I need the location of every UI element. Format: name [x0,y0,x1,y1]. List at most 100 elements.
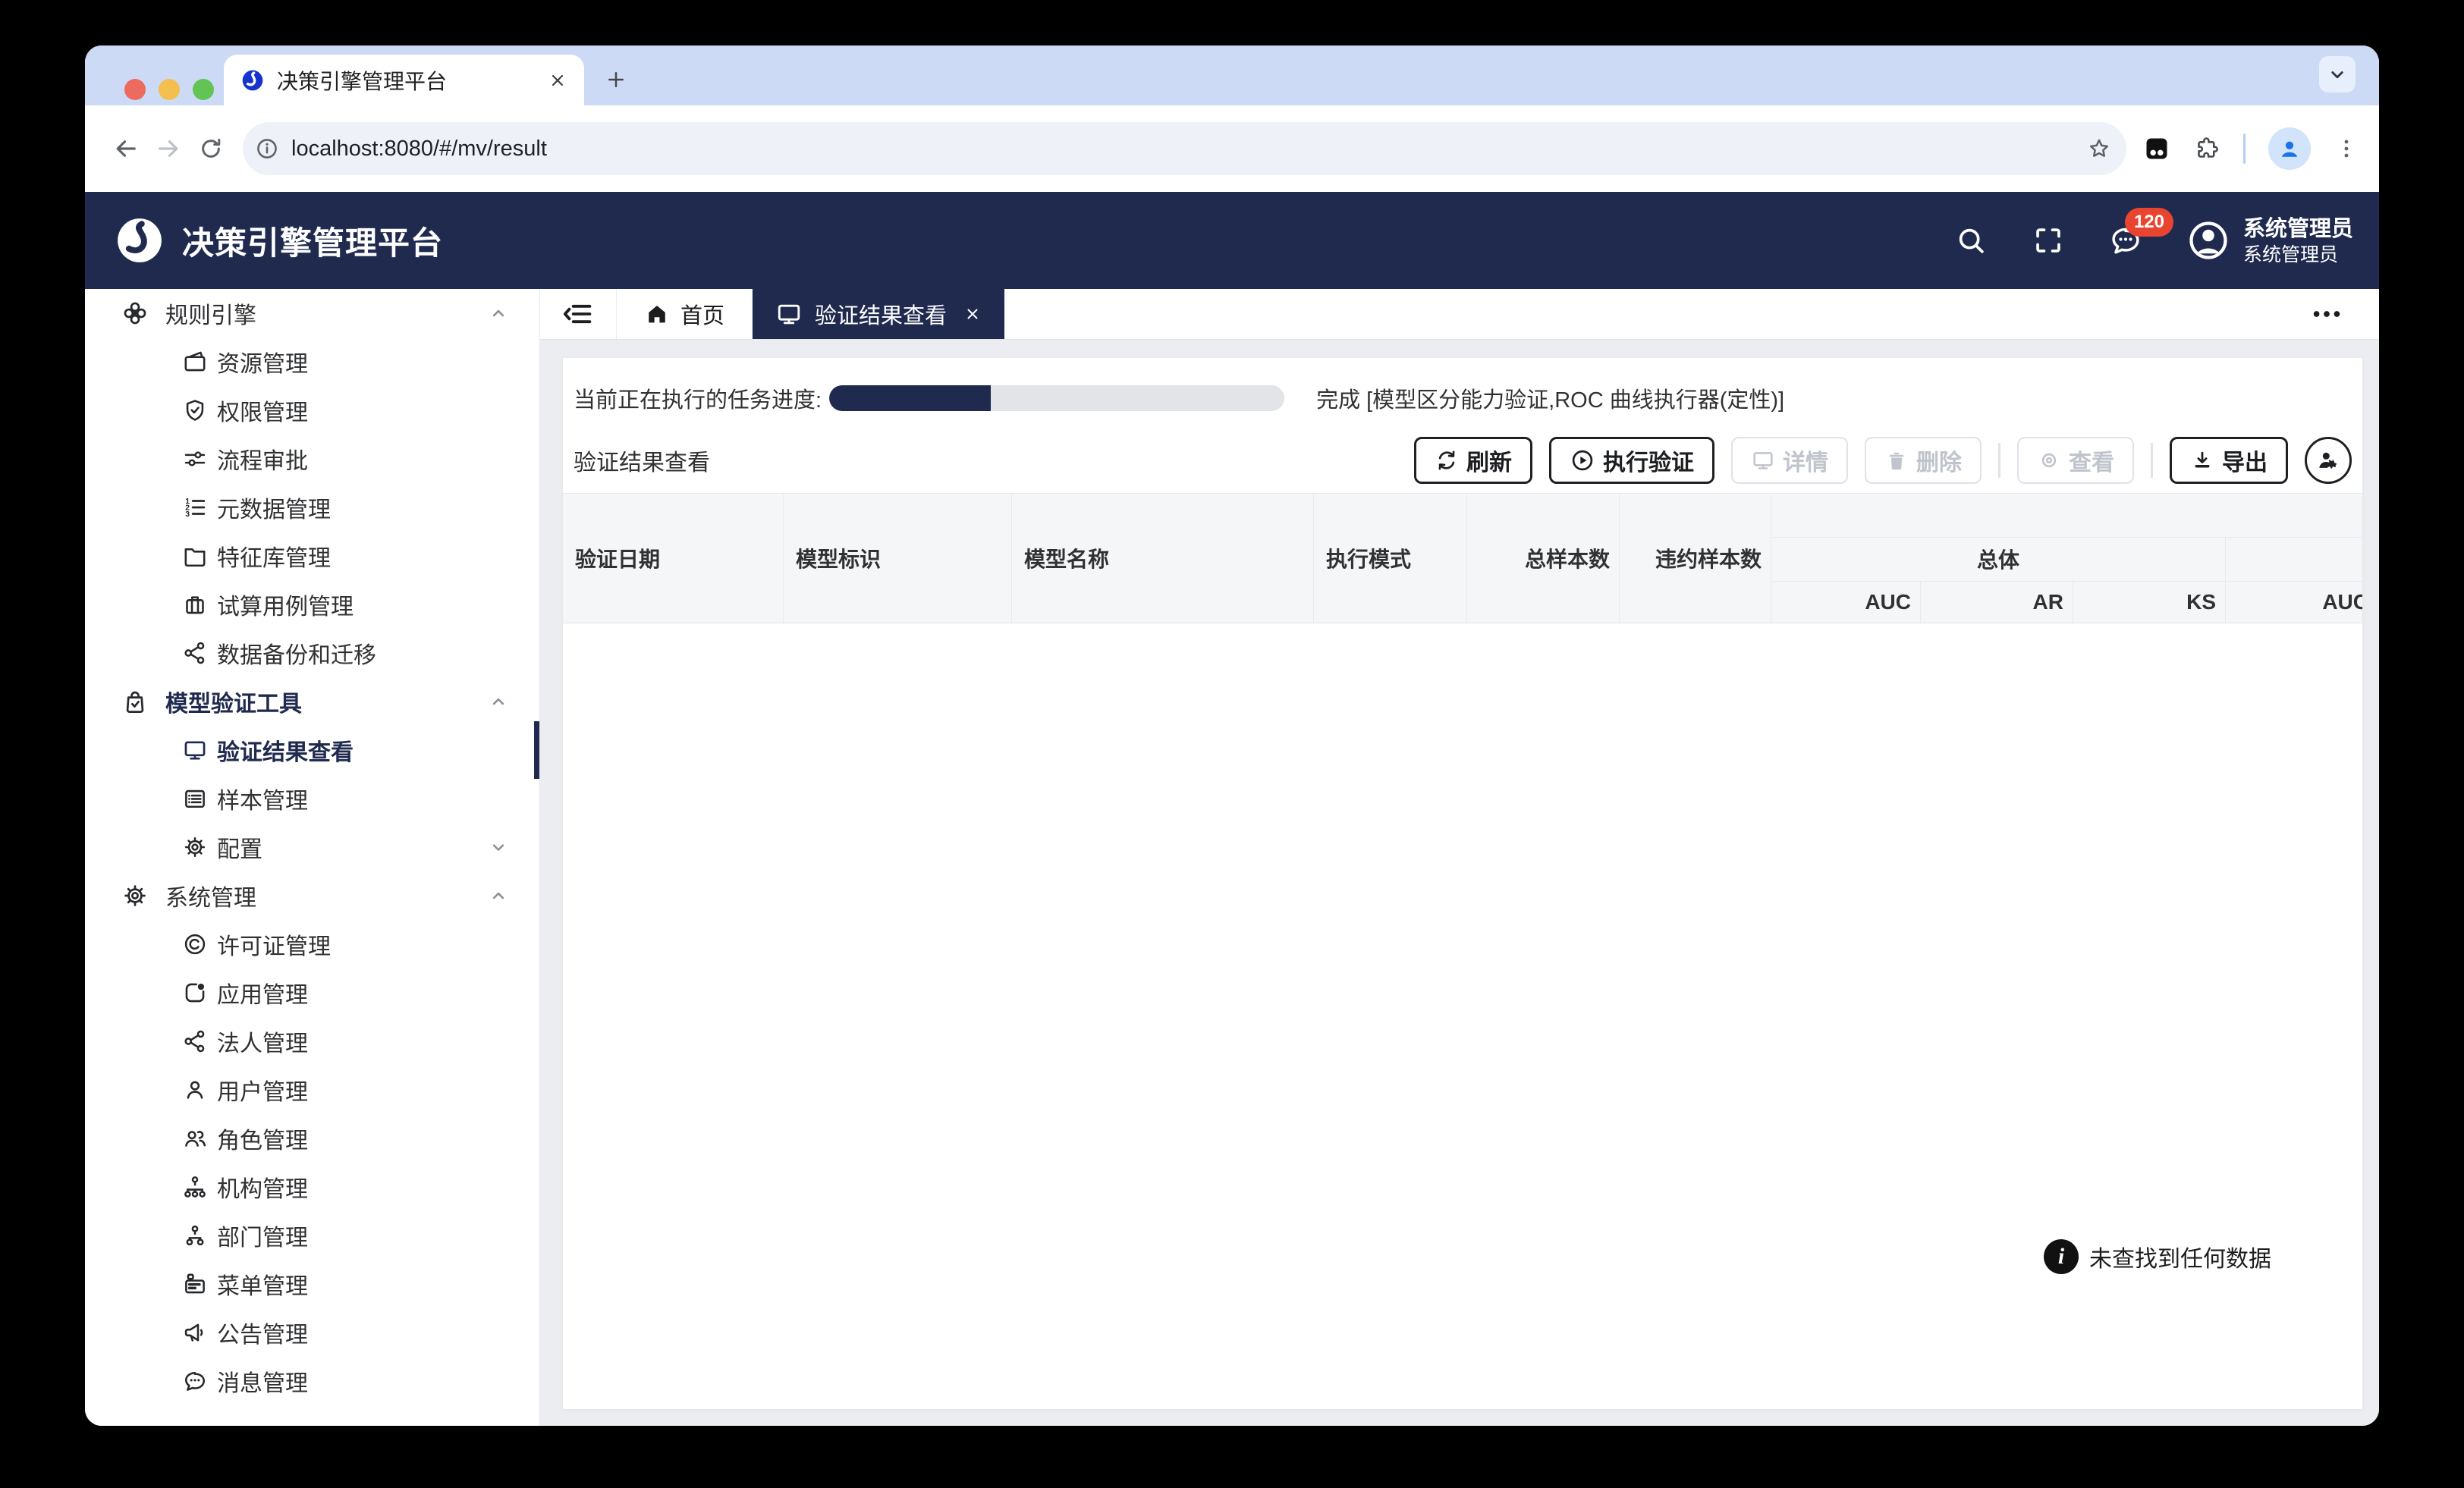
sidebar-item-legal-entity-mgmt[interactable]: 法人管理 [85,1017,539,1066]
col-ks: KS [2073,582,2226,623]
toolbar-divider [1998,443,2000,478]
progress-bar-fill [829,385,991,411]
back-button[interactable] [105,127,147,170]
tab-validation-result[interactable]: 验证结果查看 [753,289,1004,339]
sidebar-item-validation-result[interactable]: 验证结果查看 [85,726,539,774]
sidebar-item-process-approval[interactable]: 流程审批 [85,435,539,483]
forward-button[interactable] [147,127,190,170]
sidebar-item-app-mgmt[interactable]: 应用管理 [85,968,539,1017]
messages-button[interactable]: 120 [2108,223,2143,258]
table-body: i 未查找到任何数据 [563,623,2362,1409]
view-button[interactable]: 查看 [2017,437,2134,484]
refresh-button[interactable]: 刷新 [1414,437,1532,484]
close-tab-icon[interactable] [548,71,567,90]
sidebar-item-permission-mgmt[interactable]: 权限管理 [85,386,539,435]
column-settings-button[interactable] [2305,437,2352,484]
site-info-icon[interactable] [253,135,281,162]
sidebar-item-user-mgmt[interactable]: 用户管理 [85,1066,539,1114]
list-box-icon [182,786,208,811]
tab-home[interactable]: 首页 [616,289,753,339]
sidebar-item-metadata-mgmt[interactable]: 元数据管理 [85,483,539,532]
panel-title: 验证结果查看 [574,444,710,477]
empty-state: i 未查找到任何数据 [2044,1239,2271,1274]
sidebar-item-role-mgmt[interactable]: 角色管理 [85,1114,539,1163]
metric-column-groups: 总体 AUC AR KS AUC [1771,494,2362,623]
info-icon: i [2044,1239,2079,1274]
col-auc: AUC [1771,582,1921,623]
col-group-overall: 总体 [1771,538,2226,580]
org-tree-icon [182,1174,208,1200]
person-icon [182,1077,208,1103]
browser-toolbar: localhost:8080/#/mv/result [85,105,2379,192]
sidebar-item-license-mgmt[interactable]: 许可证管理 [85,920,539,968]
sidebar-section-system-mgmt[interactable]: 系统管理 [85,871,539,920]
zoom-window-button[interactable] [193,79,214,100]
eye-icon [2037,448,2061,472]
home-icon [644,301,670,327]
chevron-up-icon [488,885,509,906]
detail-button[interactable]: 详情 [1731,437,1848,484]
bookmark-star-icon[interactable] [2085,135,2113,162]
collapse-sidebar-icon[interactable] [540,289,616,339]
browser-window: 决策引擎管理平台 localhost:8080/#/mv/result [85,46,2379,1426]
megaphone-icon [182,1320,208,1345]
browser-menu-icon[interactable] [2334,136,2359,162]
tab-options-icon[interactable] [2309,289,2344,339]
minimize-window-button[interactable] [159,79,180,100]
header-actions: 120 系统管理员 系统管理员 [1953,215,2353,266]
play-circle-icon [1570,447,1595,473]
address-bar[interactable]: localhost:8080/#/mv/result [243,122,2126,175]
header-search-button[interactable] [1953,223,1988,258]
table-header: 验证日期 模型标识 模型名称 执行模式 总样本数 违约样本数 总体 AUC [563,493,2362,623]
sidebar-item-menu-mgmt[interactable]: 菜单管理 [85,1260,539,1308]
sidebar-item-trial-case-mgmt[interactable]: 试算用例管理 [85,580,539,629]
export-button[interactable]: 导出 [2170,437,2288,484]
sidebar-item-org-mgmt[interactable]: 机构管理 [85,1163,539,1211]
fullscreen-button[interactable] [2031,223,2066,258]
shield-check-icon [182,397,208,423]
sidebar-item-message-mgmt[interactable]: 消息管理 [85,1357,539,1405]
rule-engine-icon [121,300,149,327]
url-text[interactable]: localhost:8080/#/mv/result [291,137,2085,162]
user-menu[interactable]: 系统管理员 系统管理员 [2186,215,2353,266]
task-progress-row: 当前正在执行的任务进度: 完成 [模型区分能力验证,ROC 曲线执行器(定性)] [563,358,2362,428]
progress-label: 当前正在执行的任务进度: [574,382,822,414]
col-group-next [2226,538,2362,580]
briefcase-icon [182,592,208,617]
extensions-puzzle-icon[interactable] [2193,135,2220,162]
gear-icon [182,834,208,860]
reload-button[interactable] [190,127,232,170]
sidebar-item-feature-lib-mgmt[interactable]: 特征库管理 [85,532,539,580]
extension-action-icon[interactable] [2143,135,2170,162]
sidebar-item-dept-mgmt[interactable]: 部门管理 [85,1211,539,1260]
browser-profile-avatar[interactable] [2268,127,2311,170]
monitor-icon [182,737,208,763]
sidebar-item-resource-mgmt[interactable]: 资源管理 [85,337,539,386]
empty-state-text: 未查找到任何数据 [2089,1240,2271,1273]
sidebar-section-rule-engine[interactable]: 规则引擎 [85,289,539,337]
refresh-icon [1435,448,1459,472]
sidebar-item-data-backup-migration[interactable]: 数据备份和迁移 [85,629,539,677]
execute-validation-button[interactable]: 执行验证 [1549,437,1714,484]
share-icon [182,1028,208,1054]
tab-search-button[interactable] [2319,56,2356,93]
col-model-name: 模型名称 [1012,494,1314,623]
sidebar-item-sample-mgmt[interactable]: 样本管理 [85,774,539,823]
close-window-button[interactable] [124,79,146,100]
col-model-id: 模型标识 [784,494,1012,623]
close-tab-icon[interactable] [963,305,982,323]
browser-tab[interactable]: 决策引擎管理平台 [224,55,584,105]
progress-bar [829,385,1284,411]
delete-button[interactable]: 删除 [1865,437,1982,484]
monitor-icon [775,300,803,328]
app-header: 决策引擎管理平台 120 系统管理员 系统管理员 [85,192,2379,289]
trash-icon [1884,448,1909,472]
message-count-badge: 120 [2125,208,2173,237]
profile-person-icon [2277,136,2302,162]
app-title: 决策引擎管理平台 [182,218,443,264]
sidebar-section-model-validation[interactable]: 模型验证工具 [85,677,539,726]
new-tab-button[interactable] [595,58,637,101]
sidebar-item-config[interactable]: 配置 [85,823,539,871]
download-icon [2190,448,2214,472]
sidebar-item-notice-mgmt[interactable]: 公告管理 [85,1308,539,1357]
